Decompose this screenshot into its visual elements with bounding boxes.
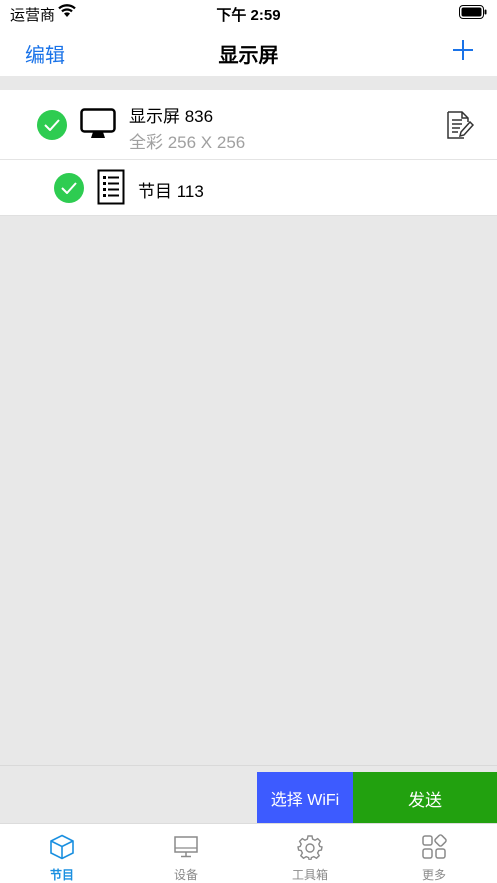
program-name: 节目 113 [138, 182, 204, 201]
tab-devices[interactable]: 设备 [124, 824, 248, 883]
tab-more[interactable]: 更多 [372, 824, 496, 883]
action-bar: 选择 WiFi 发送 [0, 765, 497, 824]
tab-programs[interactable]: 节目 [0, 824, 124, 883]
display-name: 显示屏 836 [129, 107, 214, 126]
display-row[interactable]: 显示屏 836 全彩 256 X 256 [0, 90, 497, 160]
grid-icon [421, 834, 447, 860]
tab-label: 节目 [49, 868, 74, 882]
status-time: 下午 2:59 [216, 7, 281, 24]
section-gap [0, 76, 497, 90]
tab-toolbox[interactable]: 工具箱 [248, 824, 372, 883]
tab-label: 设备 [173, 868, 198, 882]
tab-label: 更多 [421, 868, 446, 882]
monitor-icon [80, 108, 116, 145]
tab-label: 工具箱 [291, 868, 328, 882]
tab-bar: 节目 设备 工具箱 更多 [0, 823, 497, 883]
status-bar: 运营商 下午 2:59 [0, 0, 497, 26]
send-button[interactable]: 发送 [353, 772, 497, 824]
gear-icon [297, 834, 323, 861]
plus-icon[interactable] [451, 38, 475, 62]
program-row[interactable]: 节目 113 [0, 160, 497, 216]
page-title: 显示屏 [218, 45, 279, 67]
monitor-icon [173, 834, 199, 860]
box-icon [49, 834, 75, 860]
document-edit-icon[interactable] [446, 110, 475, 145]
battery-icon [459, 5, 487, 23]
display-list: 显示屏 836 全彩 256 X 256 节目 113 [0, 90, 497, 216]
display-spec: 全彩 256 X 256 [129, 133, 246, 152]
check-icon[interactable] [37, 110, 67, 140]
check-icon[interactable] [54, 173, 84, 203]
list-document-icon [97, 169, 125, 210]
select-wifi-button[interactable]: 选择 WiFi [257, 772, 353, 824]
navigation-bar: 编辑 显示屏 [0, 26, 497, 76]
